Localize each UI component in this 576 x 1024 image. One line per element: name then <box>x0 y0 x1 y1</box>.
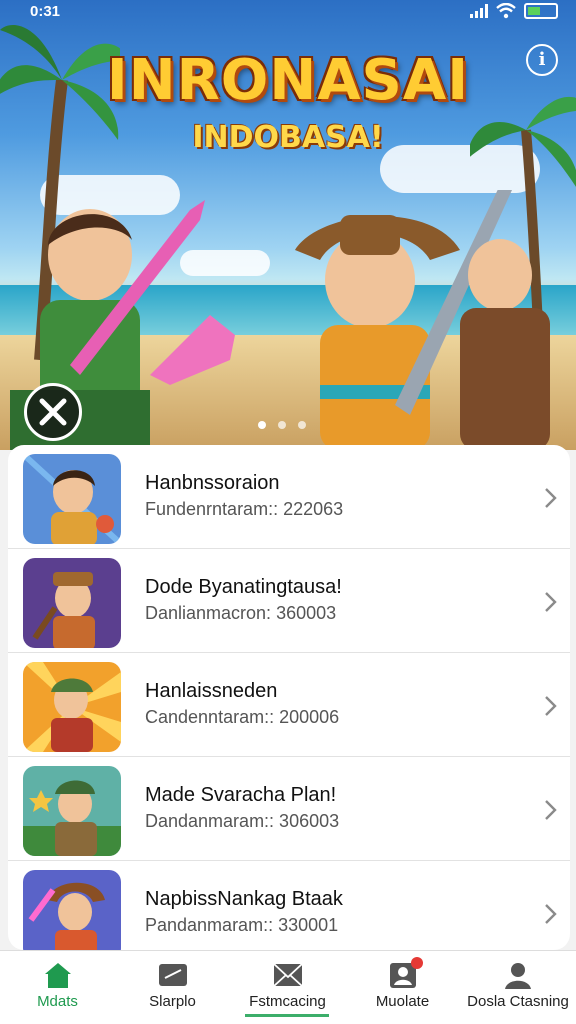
hero-subtitle: INDOBASA! <box>192 120 384 155</box>
item-title: Dode Byanatingtausa! <box>145 576 342 598</box>
nav-card[interactable]: Slarplo <box>115 951 230 1024</box>
nav-label: Dosla Ctasning <box>467 993 569 1010</box>
nav-person[interactable]: Dosla Ctasning <box>460 951 576 1024</box>
notification-badge <box>411 957 423 969</box>
list-item[interactable]: Dode Byanatingtausa! Danlianmacron: 3600… <box>8 549 570 653</box>
chevron-right-icon <box>545 488 557 508</box>
item-subtitle: Dandanmaram:: 306003 <box>145 811 340 831</box>
item-thumbnail <box>23 766 121 856</box>
chevron-right-icon <box>545 696 557 716</box>
status-time: 0:31 <box>30 3 61 20</box>
crossed-swords-icon <box>39 398 67 426</box>
hero-title: INRONASAI <box>106 48 470 113</box>
carousel-dot[interactable] <box>278 421 286 429</box>
carousel-dots <box>258 421 306 429</box>
item-title: Hanbnssoraion <box>145 472 280 494</box>
item-title: NapbissNankag Btaak <box>145 888 343 910</box>
person-icon <box>505 963 531 989</box>
status-bar: 0:31 <box>0 0 576 26</box>
active-tab-indicator <box>245 1014 329 1017</box>
list-item[interactable]: Made Svaracha Plan! Dandanmaram:: 306003 <box>8 757 570 861</box>
item-subtitle: Pandanmaram:: 330001 <box>145 915 339 935</box>
mail-icon <box>273 963 303 987</box>
signal-icon <box>470 4 488 18</box>
list-item[interactable]: Hanbnssoraion Fundenrntaram:: 222063 <box>8 445 570 549</box>
item-thumbnail <box>23 558 121 648</box>
game-list: Hanbnssoraion Fundenrntaram:: 222063 Dod… <box>8 445 570 950</box>
list-item[interactable]: NapbissNankag Btaak Pandanmaram:: 330001 <box>8 861 570 950</box>
battery-icon <box>524 3 558 19</box>
chevron-right-icon <box>545 904 557 924</box>
item-thumbnail <box>23 454 121 544</box>
item-subtitle: Danlianmacron: 360003 <box>145 603 337 623</box>
character-right <box>460 239 550 450</box>
nav-profile-card[interactable]: Muolate <box>345 951 460 1024</box>
item-thumbnail <box>23 662 121 752</box>
wifi-icon <box>496 3 516 19</box>
hero-characters-illustration <box>10 190 550 450</box>
nav-label: Fstmcacing <box>249 993 326 1010</box>
nav-label: Mdats <box>37 993 78 1010</box>
item-subtitle: Fundenrntaram:: 222063 <box>145 499 344 519</box>
app-screen: 0:31 i INRONASAI INDOBASA! Hanbnssoraion… <box>0 0 576 1024</box>
item-subtitle: Candenntaram:: 200006 <box>145 707 340 727</box>
nav-label: Muolate <box>375 993 430 1010</box>
chevron-right-icon <box>545 592 557 612</box>
home-icon <box>45 963 71 988</box>
nav-home[interactable]: Mdats <box>0 951 115 1024</box>
carousel-dot[interactable] <box>258 421 266 429</box>
item-title: Made Svaracha Plan! <box>145 784 337 806</box>
crossed-swords-button[interactable] <box>24 383 82 441</box>
item-title: Hanlaissneden <box>145 680 278 702</box>
carousel-dot[interactable] <box>298 421 306 429</box>
bottom-navigation: Mdats Slarplo Fstmcacing Muolate Dosla C… <box>0 950 576 1024</box>
card-icon <box>159 964 187 986</box>
nav-label: Slarplo <box>149 993 196 1010</box>
chevron-right-icon <box>545 800 557 820</box>
list-item[interactable]: Hanlaissneden Candenntaram:: 200006 <box>8 653 570 757</box>
item-thumbnail <box>23 870 121 950</box>
hero-banner[interactable]: 0:31 i INRONASAI INDOBASA! <box>0 0 576 450</box>
